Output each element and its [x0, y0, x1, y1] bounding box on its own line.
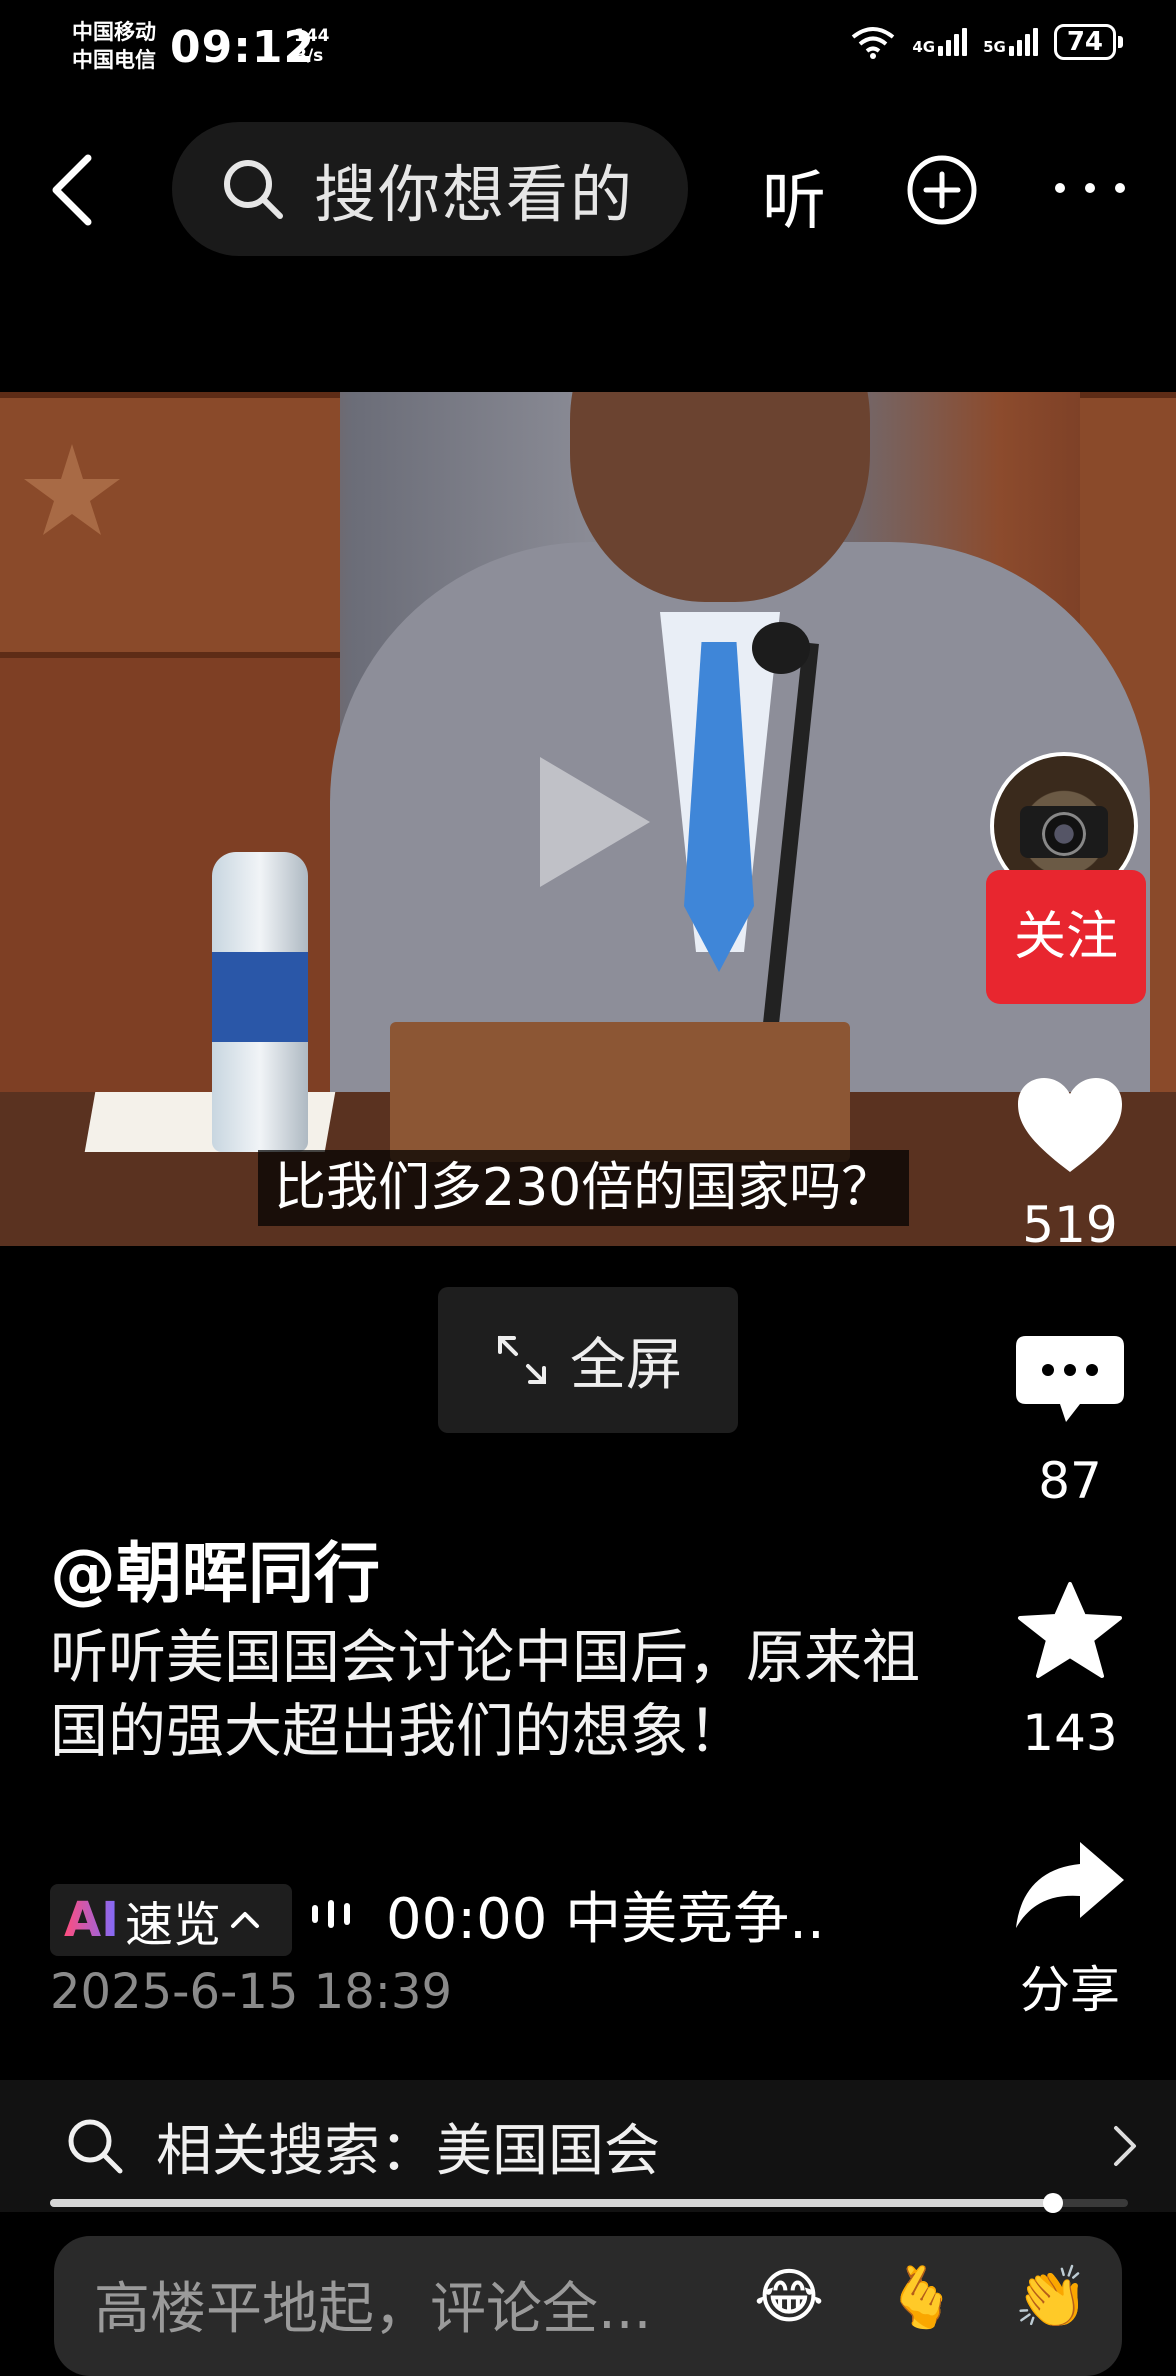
emoji-laugh-icon[interactable]: 😂 — [754, 2262, 824, 2332]
microphone-icon — [752, 622, 810, 674]
network-speed: 144 B/s — [294, 26, 330, 66]
system-icons: 4G 5G 74 — [850, 24, 1124, 60]
listen-button[interactable]: 听 — [762, 150, 826, 242]
camera-lens-icon — [1042, 812, 1086, 856]
video-description: 听听美国国会讨论中国后，原来祖国的强大超出我们的想象！ — [50, 1623, 921, 1765]
sim2-network-label: 5G — [983, 38, 1006, 56]
battery-indicator: 74 — [1053, 24, 1124, 60]
favorite-count: 143 — [1022, 1704, 1118, 1762]
desk-box — [390, 1022, 850, 1162]
search-icon — [224, 160, 283, 219]
chevron-right-icon — [1114, 2126, 1136, 2166]
sim1-network-label: 4G — [912, 38, 936, 56]
video-progress-fill — [50, 2199, 1053, 2207]
ai-summary-text[interactable]: 00:00 中美竞争.. — [386, 1884, 825, 1956]
expand-icon — [498, 1336, 546, 1384]
author-name[interactable]: @朝晖同行 — [50, 1520, 380, 1616]
like-count: 519 — [1022, 1196, 1118, 1254]
ai-badge: AI — [64, 1892, 120, 1948]
wifi-icon — [852, 27, 895, 59]
carrier-2: 中国电信 — [72, 48, 156, 72]
add-icon[interactable] — [906, 154, 978, 226]
emoji-heart-hand-icon[interactable]: 🫰 — [884, 2262, 959, 2333]
fullscreen-button[interactable]: 全屏 — [438, 1287, 738, 1433]
share-arrow-icon[interactable] — [1010, 1836, 1130, 1936]
share-label[interactable]: 分享 — [990, 1950, 1150, 2022]
signal-bars-icon — [1008, 28, 1038, 56]
search-placeholder: 搜你想看的 — [314, 158, 635, 231]
like-heart-icon[interactable] — [1010, 1072, 1130, 1182]
favorite-star-icon[interactable] — [1010, 1580, 1130, 1680]
search-icon — [68, 2119, 123, 2174]
chevron-up-icon — [231, 1912, 260, 1928]
comment-icon[interactable] — [1010, 1330, 1130, 1430]
comment-placeholder: 高楼平地起，评论全... — [94, 2277, 652, 2342]
ai-summary-button[interactable]: AI 速览 — [50, 1884, 292, 1956]
ai-summary-label: 速览 — [125, 1897, 222, 1953]
carrier-1: 中国移动 — [72, 20, 156, 44]
network-speed-unit: B/s — [294, 46, 324, 66]
network-speed-value: 144 — [294, 26, 330, 46]
emoji-clap-icon[interactable]: 👏 — [1014, 2262, 1089, 2333]
audio-wave-icon — [312, 1900, 350, 1928]
related-search-label: 相关搜索：美国国会 — [156, 2118, 660, 2184]
search-input[interactable]: 搜你想看的 — [172, 122, 688, 256]
signal-sim2: 5G — [983, 28, 1038, 56]
fullscreen-label: 全屏 — [570, 1332, 682, 1398]
related-search-bar[interactable]: 相关搜索：美国国会 — [0, 2080, 1176, 2212]
comment-input[interactable]: 高楼平地起，评论全... 😂 🫰 👏 — [54, 2236, 1122, 2376]
publish-date: 2025-6-15 18:39 — [50, 1964, 452, 2020]
water-bottle-label — [212, 952, 308, 1042]
signal-bars-icon — [938, 28, 968, 56]
follow-button[interactable]: 关注 — [986, 870, 1146, 1004]
carrier-labels: 中国移动 中国电信 — [72, 18, 156, 74]
video-progress-handle[interactable] — [1043, 2193, 1063, 2213]
signal-sim1: 4G — [912, 28, 968, 56]
back-arrow-icon[interactable] — [46, 150, 100, 230]
comment-count: 87 — [1038, 1452, 1102, 1510]
more-options-icon[interactable] — [1050, 172, 1130, 204]
video-subtitle: 比我们多230倍的国家吗？ — [258, 1150, 910, 1226]
